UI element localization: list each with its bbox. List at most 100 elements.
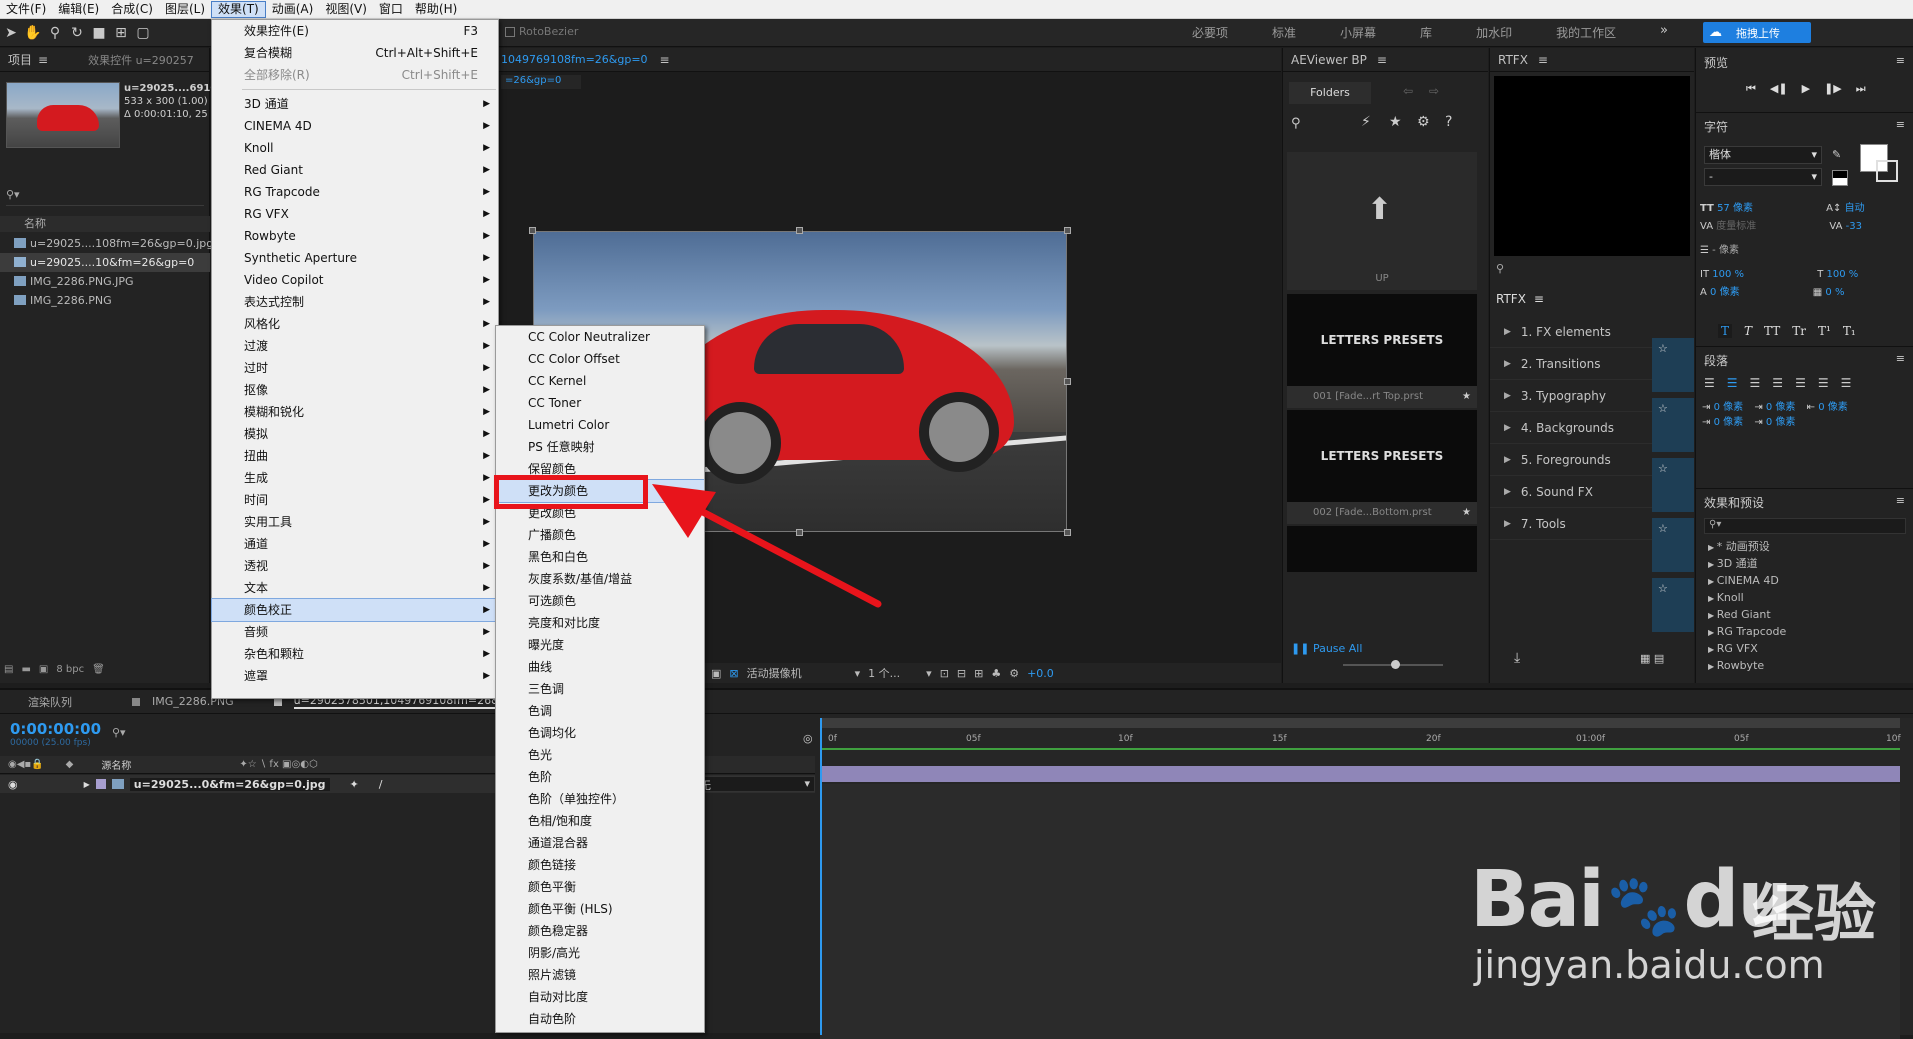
menu-effect[interactable]: 效果(T) <box>211 0 266 18</box>
submenu-item-colorama[interactable]: 色光 <box>496 744 704 766</box>
current-timecode[interactable]: 0:00:00:00 <box>10 720 101 738</box>
work-area-bar[interactable] <box>820 718 1900 728</box>
menu-item-keying[interactable]: 抠像 ▶ <box>212 379 498 401</box>
tab-effect-controls[interactable]: 效果控件 u=290257 <box>88 52 194 68</box>
menu-layer[interactable]: 图层(L) <box>159 0 211 19</box>
prev-frame-icon[interactable]: ◀❚ <box>1770 82 1788 96</box>
tsume-value[interactable]: 0 % <box>1825 287 1844 298</box>
submenu-item-gamma-pedestal-gain[interactable]: 灰度系数/基值/增益 <box>496 568 704 590</box>
last-frame-icon[interactable]: ⏭ <box>1856 82 1866 96</box>
gear-icon[interactable]: ⚙ <box>1417 114 1430 130</box>
submenu-item-auto-contrast[interactable]: 自动对比度 <box>496 986 704 1008</box>
new-folder-icon[interactable]: ▬ <box>21 664 30 675</box>
exposure-icon[interactable]: ⚙ <box>1009 667 1019 680</box>
preset-thumbnail[interactable]: LETTERS PRESETS <box>1287 294 1477 386</box>
font-family-select[interactable]: 楷体 ▾ <box>1704 146 1822 164</box>
list-item[interactable]: ▶ 4. Backgrounds <box>1490 412 1660 444</box>
all-caps-button[interactable]: TT <box>1764 324 1780 338</box>
align-center-icon[interactable]: ☰ <box>1727 376 1738 390</box>
download-icon[interactable]: ⤓ <box>1514 650 1520 666</box>
submenu-item-cc-toner[interactable]: CC Toner <box>496 392 704 414</box>
justify-right-icon[interactable]: ☰ <box>1818 376 1829 390</box>
menu-item-obsolete[interactable]: 过时 ▶ <box>212 357 498 379</box>
justify-left-icon[interactable]: ☰ <box>1772 376 1783 390</box>
next-frame-icon[interactable]: ❚▶ <box>1824 82 1842 96</box>
preset-thumbnail[interactable] <box>1287 526 1477 572</box>
upload-button[interactable]: ☁ 拖拽上传 <box>1703 22 1811 43</box>
tracking-value[interactable]: -33 <box>1846 221 1862 232</box>
preset-name[interactable]: 002 [Fade...Bottom.prst ★ <box>1287 502 1477 524</box>
panel-menu-icon[interactable]: ≡ <box>1896 494 1905 507</box>
list-item[interactable]: u=29025....10&fm=26&gp=0 <box>0 253 210 272</box>
baseline-shift-value[interactable]: 0 像素 <box>1710 287 1740 298</box>
show-channel-icon[interactable]: ⊞ <box>974 667 983 680</box>
menu-item-expression-controls[interactable]: 表达式控制 ▶ <box>212 291 498 313</box>
list-item[interactable]: ▶ 1. FX elements <box>1490 316 1660 348</box>
list-item[interactable]: ▶ RG VFX <box>1696 640 1913 657</box>
list-item[interactable]: ▶ 5. Foregrounds <box>1490 444 1660 476</box>
menu-item-generate[interactable]: 生成 ▶ <box>212 467 498 489</box>
submenu-item-black-white[interactable]: 黑色和白色 <box>496 546 704 568</box>
submenu-item-auto-levels[interactable]: 自动色阶 <box>496 1008 704 1030</box>
menu-item-composite-blur[interactable]: 复合模糊 Ctrl+Alt+Shift+E <box>212 42 498 64</box>
quality-switch-icon[interactable]: / <box>379 778 383 791</box>
list-item[interactable]: IMG_2286.PNG.JPG <box>0 272 210 291</box>
submenu-item-color-stabilizer[interactable]: 颜色稳定器 <box>496 920 704 942</box>
list-item[interactable]: IMG_2286.PNG <box>0 291 210 310</box>
kerning-value[interactable]: 度量标准 <box>1716 221 1756 232</box>
workspace-standard[interactable]: 标准 <box>1272 24 1296 41</box>
star-icon[interactable]: ☆ <box>1652 518 1694 572</box>
submenu-item-cc-color-neutralizer[interactable]: CC Color Neutralizer <box>496 326 704 348</box>
col-source-name[interactable]: 源名称 <box>101 757 131 772</box>
comp-tab[interactable]: 1049769108fm=26&gp=0 <box>501 53 648 66</box>
submenu-item-color-balance-hls[interactable]: 颜色平衡 (HLS) <box>496 898 704 920</box>
rectangle-tool-icon[interactable]: ▢ <box>132 22 154 44</box>
camera-dropdown[interactable]: 活动摄像机 <box>747 665 847 681</box>
vertical-scale-value[interactable]: 100 % <box>1712 269 1744 280</box>
folders-button[interactable]: Folders <box>1289 82 1371 104</box>
menu-item-remove-all[interactable]: 全部移除(R) Ctrl+Shift+E <box>212 64 498 86</box>
horizontal-scale-value[interactable]: 100 % <box>1827 269 1859 280</box>
bpc-label[interactable]: 8 bpc <box>56 664 84 675</box>
list-item[interactable]: ▶ 3D 通道 <box>1696 555 1913 572</box>
layer-duration-bar[interactable] <box>820 766 1900 782</box>
submenu-item-equalize[interactable]: 色调均化 <box>496 722 704 744</box>
camera-dropdown-arrow-icon[interactable]: ▾ <box>855 667 861 680</box>
search-icon[interactable]: ⚲▾ <box>112 726 126 739</box>
list-item[interactable]: ▶ * 动画预设 <box>1696 538 1913 555</box>
panel-menu-icon[interactable]: ≡ <box>38 53 48 67</box>
rotobezier-checkbox[interactable] <box>505 26 515 37</box>
menu-item-noise-grain[interactable]: 杂色和颗粒 ▶ <box>212 643 498 665</box>
list-item[interactable]: ▶ Red Giant <box>1696 606 1913 623</box>
submenu-item-photo-filter[interactable]: 照片滤镜 <box>496 964 704 986</box>
submenu-item-exposure[interactable]: 曝光度 <box>496 634 704 656</box>
star-icon[interactable]: ☆ <box>1652 398 1694 452</box>
preset-thumbnail[interactable]: LETTERS PRESETS <box>1287 410 1477 502</box>
menu-item-channel[interactable]: 通道 ▶ <box>212 533 498 555</box>
nav-back-icon[interactable]: ⇦ <box>1403 84 1413 98</box>
rtfx-menu-button[interactable]: RTFX ≡ <box>1496 292 1544 306</box>
swap-colors-icon[interactable] <box>1832 170 1848 186</box>
views-dropdown-arrow-icon[interactable]: ▾ <box>926 667 932 680</box>
menu-item-rg-trapcode[interactable]: RG Trapcode ▶ <box>212 181 498 203</box>
submenu-item-channel-mixer[interactable]: 通道混合器 <box>496 832 704 854</box>
menu-item-stylize[interactable]: 风格化 ▶ <box>212 313 498 335</box>
search-icon[interactable]: ⚲ <box>1291 116 1301 131</box>
submenu-item-curves[interactable]: 曲线 <box>496 656 704 678</box>
new-comp-icon[interactable]: ▣ <box>39 664 48 675</box>
menu-item-transition[interactable]: 过渡 ▶ <box>212 335 498 357</box>
list-item[interactable]: ▶ Knoll <box>1696 589 1913 606</box>
menu-item-red-giant[interactable]: Red Giant ▶ <box>212 159 498 181</box>
camera-tool-icon[interactable]: ■ <box>88 22 110 44</box>
eyedropper-icon[interactable]: ✎ <box>1832 148 1841 161</box>
submenu-item-leave-color[interactable]: 保留颜色 <box>496 458 704 480</box>
time-ruler[interactable]: 0f 05f 10f 15f 20f 01:00f 05f 10f <box>820 728 1901 748</box>
panel-menu-icon[interactable]: ≡ <box>1538 53 1548 67</box>
list-item[interactable]: ▶ RG Trapcode <box>1696 623 1913 640</box>
submenu-item-broadcast-colors[interactable]: 广播颜色 <box>496 524 704 546</box>
faux-bold-button[interactable]: T <box>1718 324 1733 338</box>
star-icon[interactable]: ☆ <box>1652 578 1694 632</box>
menu-item-time[interactable]: 时间 ▶ <box>212 489 498 511</box>
menu-item-matte[interactable]: 遮罩 ▶ <box>212 665 498 687</box>
lightning-icon[interactable]: ⚡ <box>1361 114 1371 130</box>
